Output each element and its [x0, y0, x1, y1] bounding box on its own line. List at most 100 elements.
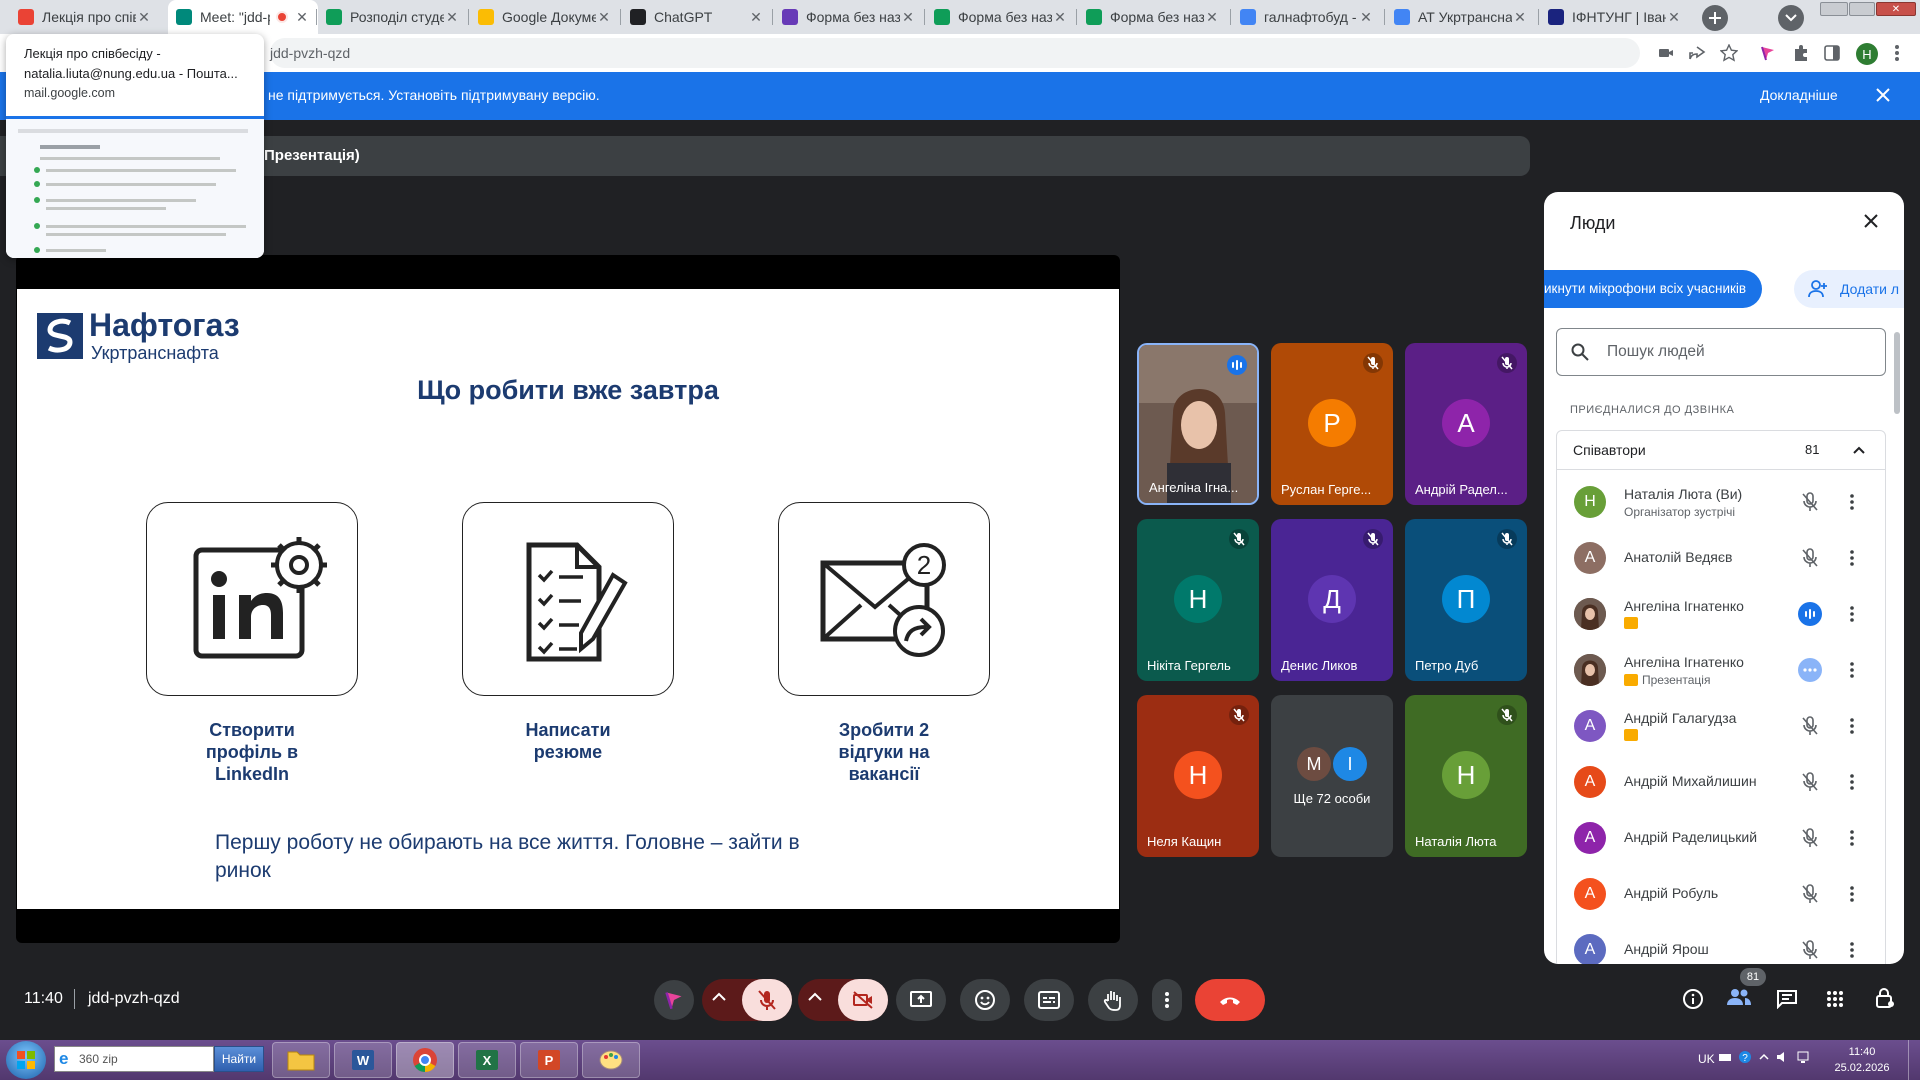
participant-row[interactable]: А Андрій Робуль — [1544, 866, 1894, 922]
side-panel-icon[interactable] — [1824, 45, 1840, 61]
tab-search-button[interactable] — [1778, 5, 1804, 31]
tab-0[interactable]: Лекція про співбесіду✕ — [10, 0, 160, 34]
tab-close-icon[interactable]: ✕ — [1204, 9, 1220, 26]
profile-avatar[interactable]: Н — [1856, 43, 1878, 65]
more-vert-icon[interactable] — [1846, 938, 1858, 962]
taskbar-search-field[interactable]: e 360 zip — [54, 1046, 214, 1072]
participant-tile[interactable]: П Петро Дуб — [1405, 519, 1527, 681]
mic-off-icon[interactable] — [1798, 490, 1822, 514]
more-vert-icon[interactable] — [1846, 770, 1858, 794]
participant-row[interactable]: А Андрій Раделицький — [1544, 810, 1894, 866]
more-vert-icon[interactable] — [1846, 658, 1858, 682]
mic-off-icon[interactable] — [1798, 714, 1822, 738]
more-vert-icon[interactable] — [1846, 882, 1858, 906]
tray-icons[interactable]: ? — [1718, 1050, 1810, 1064]
tab-2[interactable]: Розподіл студентів✕ — [318, 0, 468, 34]
people-search-input[interactable]: Пошук людей — [1556, 328, 1886, 376]
people-scrollbar[interactable] — [1894, 332, 1900, 414]
window-minimize-button[interactable] — [1820, 2, 1848, 16]
captions-button[interactable] — [1024, 979, 1074, 1021]
more-vert-icon[interactable] — [1846, 714, 1858, 738]
participant-tile[interactable]: Ангеліна Ігна... — [1137, 343, 1259, 505]
participant-row[interactable]: А Андрій Ярош — [1544, 922, 1894, 964]
microphone-toggle-button[interactable] — [742, 979, 792, 1021]
mic-off-icon[interactable] — [1798, 826, 1822, 850]
taskbar-paint[interactable] — [582, 1042, 640, 1078]
window-close-button[interactable]: ✕ — [1876, 2, 1916, 16]
tab-5[interactable]: Форма без назви✕ — [774, 0, 924, 34]
participant-tile[interactable]: Н Нікіта Гергель — [1137, 519, 1259, 681]
collaborators-group[interactable]: Співавтори 81 — [1556, 430, 1886, 470]
participant-row[interactable]: Н Наталія Люта (Ви) Організатор зустрічі — [1544, 474, 1894, 530]
bookmark-star-icon[interactable] — [1720, 44, 1738, 62]
participant-tile[interactable]: М І Ще 72 особи — [1271, 695, 1393, 857]
extension-flag-icon[interactable] — [1760, 45, 1776, 61]
extensions-puzzle-icon[interactable] — [1792, 44, 1810, 62]
participant-tile[interactable]: Д Денис Ликов — [1271, 519, 1393, 681]
raise-hand-button[interactable] — [1088, 979, 1138, 1021]
mute-all-button[interactable]: икнути мікрофони всіх учасників — [1544, 270, 1762, 308]
tab-1[interactable]: Meet: "jdd-pvzh-qzd" ✕ — [168, 0, 318, 34]
chat-button[interactable] — [1776, 989, 1798, 1009]
tab-7[interactable]: Форма без назви✕ — [1078, 0, 1228, 34]
reactions-button[interactable] — [960, 979, 1010, 1021]
more-vert-icon[interactable] — [1846, 826, 1858, 850]
more-options-button[interactable] — [1152, 979, 1182, 1021]
start-button[interactable] — [6, 1041, 46, 1079]
extension-button[interactable] — [654, 980, 694, 1020]
tab-close-icon[interactable]: ✕ — [294, 9, 310, 26]
participant-tile[interactable]: Н Наталія Люта — [1405, 695, 1527, 857]
video-options-button[interactable] — [808, 992, 822, 1002]
add-people-button[interactable]: Додати л — [1794, 270, 1904, 308]
mic-off-icon[interactable] — [1798, 546, 1822, 570]
taskbar-file-explorer[interactable] — [272, 1042, 330, 1078]
tab-9[interactable]: АТ Укртранснафта✕ — [1386, 0, 1536, 34]
leave-call-button[interactable] — [1195, 979, 1265, 1021]
tab-close-icon[interactable]: ✕ — [596, 9, 612, 26]
tab-10[interactable]: ІФНТУНГ | Івано-Франківськ✕ — [1540, 0, 1690, 34]
tab-close-icon[interactable]: ✕ — [1052, 9, 1068, 26]
participant-tile[interactable]: А Андрій Радел... — [1405, 343, 1527, 505]
more-vert-icon[interactable] — [1846, 490, 1858, 514]
tray-clock[interactable]: 11:40 25.02.2026 — [1822, 1044, 1902, 1076]
participant-row[interactable]: А Анатолій Ведяєв — [1544, 530, 1894, 586]
taskbar-excel[interactable]: X — [458, 1042, 516, 1078]
share-icon[interactable] — [1688, 45, 1706, 61]
taskbar-chrome[interactable] — [396, 1042, 454, 1078]
camera-toggle-button[interactable] — [838, 979, 888, 1021]
host-controls-button[interactable] — [1874, 987, 1896, 1009]
mic-off-icon[interactable] — [1798, 882, 1822, 906]
tab-6[interactable]: Форма без назви✕ — [926, 0, 1076, 34]
show-desktop-button[interactable] — [1908, 1040, 1920, 1080]
banner-close-button[interactable] — [1874, 86, 1892, 104]
tab-close-icon[interactable]: ✕ — [1666, 9, 1682, 26]
participant-row[interactable]: Ангеліна Ігнатенко — [1544, 586, 1894, 642]
mic-off-icon[interactable] — [1798, 770, 1822, 794]
tab-close-icon[interactable]: ✕ — [1512, 9, 1528, 26]
browser-menu-icon[interactable] — [1894, 44, 1900, 62]
tab-close-icon[interactable]: ✕ — [900, 9, 916, 26]
meeting-details-button[interactable] — [1682, 988, 1704, 1010]
taskbar-search-button[interactable]: Найти — [214, 1046, 264, 1072]
more-vert-icon[interactable] — [1846, 546, 1858, 570]
participant-row[interactable]: А Андрій Галагудза — [1544, 698, 1894, 754]
participant-tile[interactable]: Н Неля Кащин — [1137, 695, 1259, 857]
participant-tile[interactable]: Р Руслан Герге... — [1271, 343, 1393, 505]
tab-3[interactable]: Google Документи✕ — [470, 0, 620, 34]
tab-close-icon[interactable]: ✕ — [444, 9, 460, 26]
tab-8[interactable]: галнафтобуд - Пошук✕ — [1232, 0, 1382, 34]
present-screen-button[interactable] — [896, 979, 946, 1021]
tab-close-icon[interactable]: ✕ — [748, 9, 764, 26]
window-restore-button[interactable] — [1849, 2, 1875, 16]
participant-row[interactable]: Ангеліна Ігнатенко Презентація — [1544, 642, 1894, 698]
tab-4[interactable]: ChatGPT ✕ — [622, 0, 772, 34]
participant-row[interactable]: А Андрій Михайлишин — [1544, 754, 1894, 810]
more-vert-icon[interactable] — [1846, 602, 1858, 626]
new-tab-button[interactable] — [1702, 5, 1728, 31]
presenter-options-icon[interactable] — [1798, 658, 1822, 682]
camera-in-use-icon[interactable] — [1658, 46, 1674, 60]
mic-off-icon[interactable] — [1798, 938, 1822, 962]
taskbar-word[interactable]: W — [334, 1042, 392, 1078]
learn-more-link[interactable]: Докладніше — [1760, 87, 1838, 103]
address-bar[interactable]: jdd-pvzh-qzd — [270, 38, 1640, 68]
